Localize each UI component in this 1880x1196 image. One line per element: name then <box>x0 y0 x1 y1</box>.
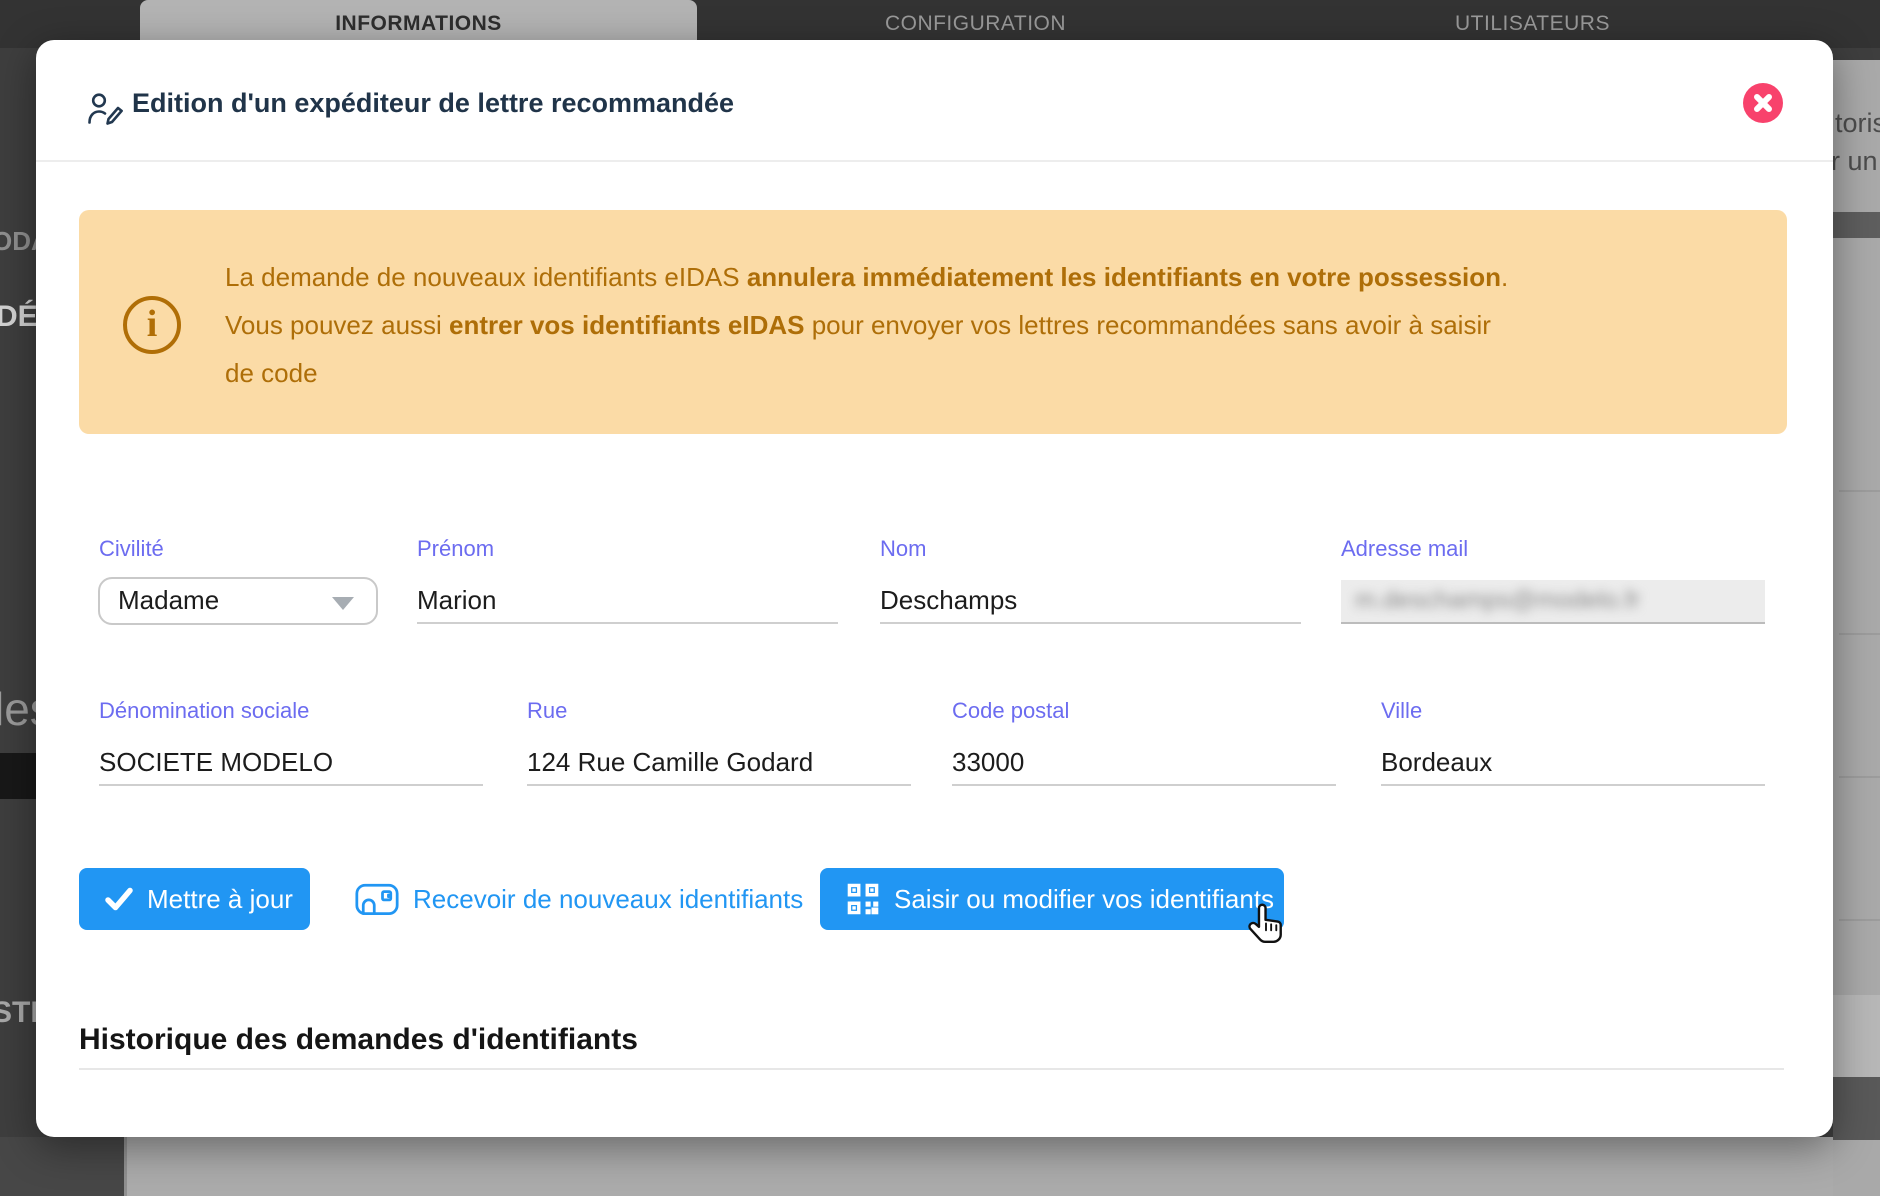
background-row-divider <box>1839 490 1880 492</box>
check-icon <box>105 886 133 912</box>
denomination-input[interactable]: SOCIETE MODELO <box>99 742 483 786</box>
hand-cursor-icon <box>1245 902 1287 955</box>
civilite-label: Civilité <box>99 536 164 562</box>
qr-code-icon <box>846 882 880 916</box>
rue-input[interactable]: 124 Rue Camille Godard <box>527 742 911 786</box>
history-section-title: Historique des demandes d'identifiants <box>79 1023 638 1057</box>
background-text-fragment: DÉ <box>0 300 38 334</box>
banner-line-3: de code <box>225 349 1755 397</box>
ville-input[interactable]: Bordeaux <box>1381 742 1765 786</box>
header-divider <box>36 160 1833 162</box>
background-text-fragment: toris <box>1835 108 1880 139</box>
background-right-sliver: toris r un l <box>1833 60 1880 1196</box>
modify-credentials-label: Saisir ou modifier vos identifiants <box>894 884 1274 915</box>
chevron-down-icon <box>332 597 354 610</box>
background-text-fragment: r un l <box>1833 146 1880 177</box>
civilite-value: Madame <box>118 585 219 616</box>
eidas-info-banner: i La demande de nouveaux identifiants eI… <box>79 210 1787 434</box>
receive-credentials-label: Recevoir de nouveaux identifiants <box>413 884 803 915</box>
email-input[interactable]: m.deschamps@modelo.fr <box>1341 580 1765 624</box>
civilite-select[interactable]: Madame <box>98 577 378 625</box>
close-button[interactable] <box>1743 83 1783 123</box>
ville-label: Ville <box>1381 698 1422 724</box>
person-edit-icon <box>86 92 126 133</box>
background-text-fragment: STI <box>0 996 39 1030</box>
background-row-divider <box>1839 776 1880 778</box>
receive-credentials-link[interactable]: Recevoir de nouveaux identifiants <box>355 880 803 918</box>
edit-sender-dialog: Edition d'un expéditeur de lettre recomm… <box>36 40 1833 1137</box>
denomination-label: Dénomination sociale <box>99 698 309 724</box>
update-button[interactable]: Mettre à jour <box>79 868 310 930</box>
banner-line-2: Vous pouvez aussi entrer vos identifiant… <box>225 301 1755 349</box>
background-divider <box>124 1137 127 1196</box>
modify-credentials-button[interactable]: Saisir ou modifier vos identifiants <box>820 868 1284 930</box>
background-dark-band <box>0 753 40 799</box>
nom-input[interactable]: Deschamps <box>880 580 1301 624</box>
background-bottom-sliver <box>0 1137 1880 1196</box>
info-icon: i <box>123 296 181 354</box>
mailbox-icon <box>355 880 399 918</box>
update-button-label: Mettre à jour <box>147 884 293 915</box>
background-dark-band <box>1833 1077 1880 1140</box>
close-icon <box>1752 92 1774 114</box>
dialog-title: Edition d'un expéditeur de lettre recomm… <box>132 88 734 119</box>
background-light-band <box>1833 995 1880 1077</box>
rue-label: Rue <box>527 698 567 724</box>
background-row-divider <box>1839 633 1880 635</box>
background-dark-column <box>0 1137 124 1196</box>
nom-label: Nom <box>880 536 926 562</box>
email-value-redacted: m.deschamps@modelo.fr <box>1355 586 1765 615</box>
prenom-label: Prénom <box>417 536 494 562</box>
screen: INFORMATIONS CONFIGURATION UTILISATEURS … <box>0 0 1880 1196</box>
banner-text: La demande de nouveaux identifiants eIDA… <box>225 253 1755 397</box>
banner-line-1: La demande de nouveaux identifiants eIDA… <box>225 253 1755 301</box>
history-divider <box>79 1068 1784 1070</box>
background-row-divider <box>1839 919 1880 921</box>
code-postal-input[interactable]: 33000 <box>952 742 1336 786</box>
background-dark-band <box>1833 212 1880 238</box>
prenom-input[interactable]: Marion <box>417 580 838 624</box>
code-postal-label: Code postal <box>952 698 1069 724</box>
email-label: Adresse mail <box>1341 536 1468 562</box>
